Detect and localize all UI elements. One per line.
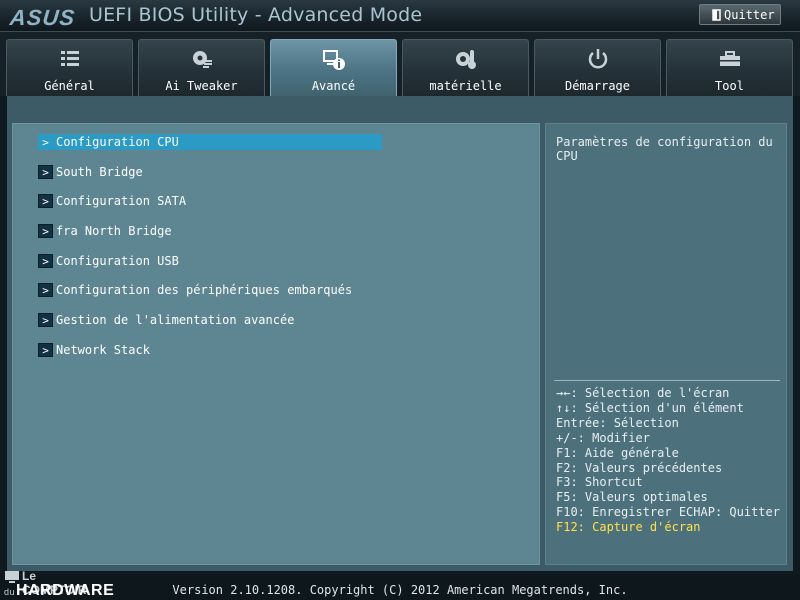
app-title: UEFI BIOS Utility - Advanced Mode bbox=[89, 4, 423, 26]
menu-item-label: Network Stack bbox=[56, 343, 150, 357]
menu-item-label: Configuration des périphériques embarqué… bbox=[56, 283, 353, 297]
hotkey-line: F5: Valeurs optimales bbox=[556, 490, 708, 505]
menu-item-south-bridge[interactable]: > South Bridge bbox=[38, 164, 382, 180]
tab-label: Ai Tweaker bbox=[165, 79, 238, 93]
hotkey-line: F2: Valeurs précédentes bbox=[556, 460, 723, 475]
tab-general[interactable]: Général bbox=[6, 39, 133, 96]
hotkey-line: Entrée: Sélection bbox=[556, 415, 679, 430]
chevron-right-icon: > bbox=[38, 254, 53, 268]
tab-demarrage[interactable]: Démarrage bbox=[534, 39, 661, 96]
tab-label: matérielle bbox=[429, 79, 502, 93]
power-icon bbox=[588, 49, 607, 69]
watermark-prefix: du bbox=[4, 587, 16, 597]
chevron-right-icon: > bbox=[38, 194, 53, 208]
menu-item-label: Gestion de l'alimentation avancée bbox=[56, 313, 295, 327]
list-icon bbox=[60, 51, 79, 66]
quit-label: Quitter bbox=[724, 7, 775, 22]
settings-menu-panel: > Configuration CPU > South Bridge > Con… bbox=[12, 123, 540, 565]
menu-item-label: South Bridge bbox=[56, 165, 143, 179]
hotkey-line: F3: Shortcut bbox=[556, 475, 643, 490]
hotkey-line: F1: Aide générale bbox=[556, 445, 679, 460]
hotkey-legend: →←: Sélection de l'écran ↑↓: Sélection d… bbox=[556, 386, 784, 535]
chevron-right-icon: > bbox=[38, 165, 53, 179]
hotkey-line: →←: Sélection de l'écran bbox=[556, 386, 730, 400]
tab-tool[interactable]: Tool bbox=[666, 39, 793, 96]
hotkey-line: ↑↓: Sélection d'un élément bbox=[556, 400, 744, 415]
menu-item-power-management[interactable]: > Gestion de l'alimentation avancée bbox=[38, 312, 382, 328]
chevron-right-icon: > bbox=[38, 313, 53, 327]
tab-bar: Général Ai Tweaker Avancé matérielle Dém… bbox=[0, 32, 800, 96]
chevron-right-icon: > bbox=[38, 224, 53, 238]
menu-item-network-stack[interactable]: > Network Stack bbox=[38, 342, 382, 358]
hotkey-line: +/-: Modifier bbox=[556, 430, 650, 445]
chevron-right-icon: > bbox=[38, 135, 53, 149]
menu-item-north-bridge[interactable]: > fra North Bridge bbox=[38, 223, 382, 239]
item-description: Paramètres de configuration du CPU bbox=[556, 135, 773, 163]
exit-door-icon bbox=[712, 8, 721, 21]
tab-label: Démarrage bbox=[564, 79, 631, 93]
hotkey-line: F10: Enregistrer ECHAP: Quitter bbox=[556, 505, 780, 520]
main-content: > Configuration CPU > South Bridge > Con… bbox=[7, 96, 793, 571]
version-text: Version 2.10.1208. Copyright (C) 2012 Am… bbox=[172, 583, 628, 597]
watermark-logo: Le COMPTOIR duHARDWARE bbox=[2, 569, 114, 600]
help-panel: Paramètres de configuration du CPU →←: S… bbox=[545, 123, 787, 565]
menu-item-configuration-sata[interactable]: > Configuration SATA bbox=[38, 193, 382, 209]
watermark-brand: HARDWARE bbox=[16, 582, 115, 599]
tab-avance[interactable]: Avancé bbox=[270, 39, 397, 96]
menu-item-configuration-cpu[interactable]: > Configuration CPU bbox=[38, 134, 382, 150]
watermark-line2: duHARDWARE bbox=[4, 582, 114, 600]
chevron-right-icon: > bbox=[38, 343, 53, 357]
thermometer-gear-icon bbox=[455, 50, 476, 69]
hotkey-line-screenshot: F12: Capture d'écran bbox=[556, 520, 701, 535]
info-monitor-icon bbox=[322, 50, 345, 70]
tab-materielle[interactable]: matérielle bbox=[402, 39, 529, 96]
menu-item-configuration-usb[interactable]: > Configuration USB bbox=[38, 253, 382, 269]
menu-item-label: Configuration USB bbox=[56, 254, 179, 268]
tab-ai-tweaker[interactable]: Ai Tweaker bbox=[138, 39, 265, 96]
menu-item-label: fra North Bridge bbox=[56, 224, 172, 238]
chevron-right-icon: > bbox=[38, 283, 53, 297]
menu-item-label: Configuration CPU bbox=[56, 135, 179, 149]
menu-item-label: Configuration SATA bbox=[56, 194, 187, 208]
help-divider bbox=[554, 380, 780, 381]
title-bar: ASUS UEFI BIOS Utility - Advanced Mode Q… bbox=[0, 0, 800, 32]
menu-item-onboard-devices[interactable]: > Configuration des périphériques embarq… bbox=[38, 282, 382, 298]
tab-label: Général bbox=[44, 79, 95, 93]
tab-label: Avancé bbox=[311, 79, 356, 93]
fan-icon bbox=[192, 51, 212, 68]
toolbox-icon bbox=[719, 51, 740, 66]
asus-logo: ASUS bbox=[8, 5, 77, 30]
tab-label: Tool bbox=[715, 79, 744, 93]
quit-button[interactable]: Quitter bbox=[699, 4, 781, 25]
